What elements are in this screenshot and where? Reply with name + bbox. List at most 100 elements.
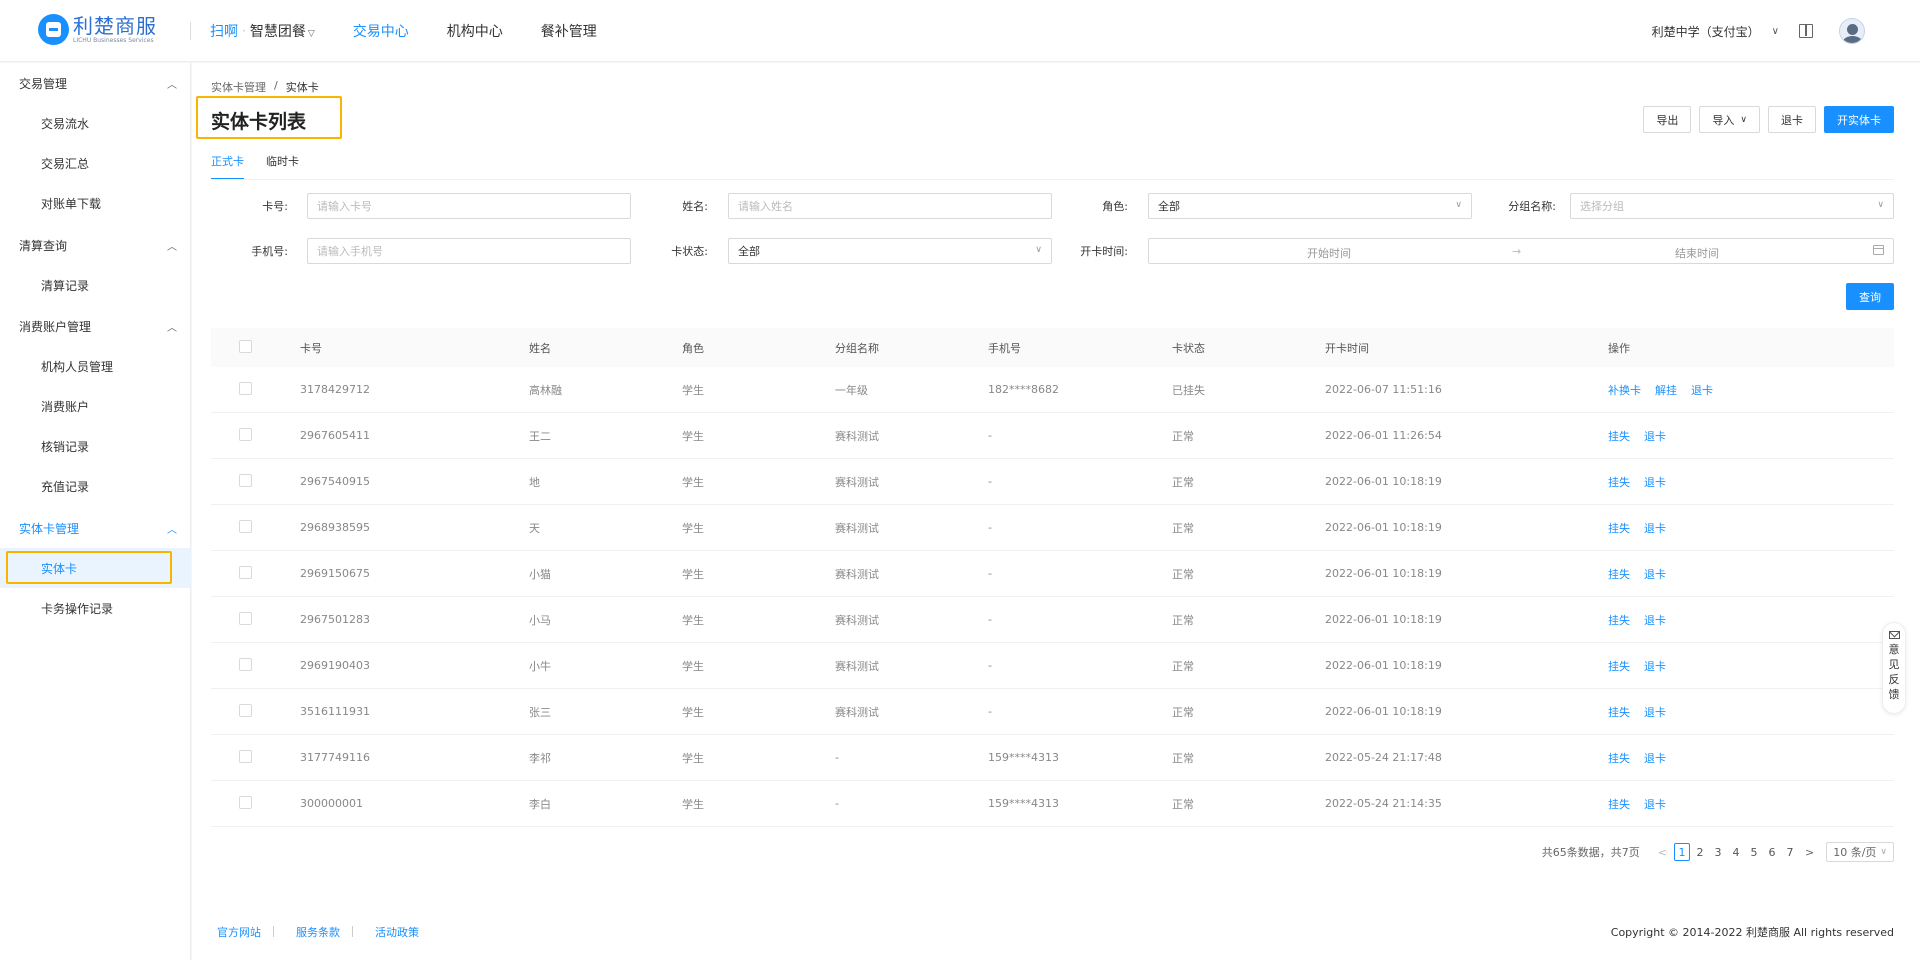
report-loss-link[interactable]: 挂失 (1608, 568, 1630, 581)
report-loss-link[interactable]: 挂失 (1608, 614, 1630, 627)
end-time-input[interactable]: 结束时间 (1675, 245, 1719, 261)
card-no-input[interactable]: 请输入卡号 (307, 193, 631, 219)
sidebar-item-writeoff-record[interactable]: 核销记录 (0, 426, 191, 466)
next-page-icon[interactable]: > (1805, 846, 1814, 859)
open-time-range[interactable]: 开始时间 → 结束时间 (1148, 238, 1894, 264)
group-select[interactable]: 选择分组 ∨ (1570, 193, 1894, 219)
sidebar-item-physical-card[interactable]: 实体卡 (0, 548, 191, 588)
replace-card-link[interactable]: 补换卡 (1608, 384, 1641, 397)
export-button[interactable]: 导出 (1643, 106, 1692, 133)
nav-trade-center[interactable]: 交易中心 (353, 21, 409, 41)
refund-card-link[interactable]: 退卡 (1644, 430, 1666, 443)
cell-role: 学生 (682, 475, 704, 489)
sidebar-group-consume-account[interactable]: 消费账户管理 ︿ (0, 306, 191, 346)
phone-input[interactable]: 请输入手机号 (307, 238, 631, 264)
avatar[interactable] (1839, 18, 1865, 44)
sidebar-item-org-staff[interactable]: 机构人员管理 (0, 346, 191, 386)
page-2[interactable]: 2 (1692, 843, 1708, 861)
chevron-up-icon: ︿ (167, 79, 177, 91)
row-checkbox[interactable] (239, 519, 252, 533)
cell-role: 学生 (682, 659, 704, 673)
footer-link-terms[interactable]: 服务条款 (296, 924, 340, 940)
page-4[interactable]: 4 (1728, 843, 1744, 861)
row-checkbox[interactable] (239, 795, 252, 809)
tab-formal-card[interactable]: 正式卡 (211, 153, 244, 180)
brand-logo[interactable]: 利楚商服 LICHU Businesses Services (38, 14, 157, 45)
row-checkbox[interactable] (239, 611, 252, 625)
chevron-down-icon: ▽ (307, 29, 315, 39)
report-loss-link[interactable]: 挂失 (1608, 522, 1630, 535)
cell-group: 赛科测试 (835, 567, 879, 581)
select-all-checkbox[interactable] (239, 339, 252, 353)
pagination-total: 共65条数据，共7页 (1541, 846, 1640, 859)
page-1[interactable]: 1 (1673, 843, 1690, 861)
sidebar-item-trade-flow[interactable]: 交易流水 (0, 103, 191, 143)
sidebar-item-trade-summary[interactable]: 交易汇总 (0, 143, 191, 183)
sidebar-group-clearing[interactable]: 清算查询 ︿ (0, 225, 191, 265)
refund-card-link[interactable]: 退卡 (1644, 568, 1666, 581)
cell-open-time: 2022-06-01 10:18:19 (1325, 521, 1442, 534)
cell-open-time: 2022-06-01 10:18:19 (1325, 567, 1442, 580)
sidebar-item-card-operation-record[interactable]: 卡务操作记录 (0, 588, 191, 628)
cell-phone: - (988, 705, 992, 718)
feedback-widget[interactable]: 意 见 反 馈 (1882, 622, 1906, 714)
refund-card-link[interactable]: 退卡 (1691, 384, 1713, 397)
report-loss-link[interactable]: 挂失 (1608, 476, 1630, 489)
report-loss-link[interactable]: 挂失 (1608, 660, 1630, 673)
cell-open-time: 2022-06-07 11:51:16 (1325, 383, 1442, 396)
start-time-input[interactable]: 开始时间 (1307, 245, 1351, 261)
row-checkbox[interactable] (239, 657, 252, 671)
report-loss-link[interactable]: 挂失 (1608, 706, 1630, 719)
sidebar-item-statement-download[interactable]: 对账单下载 (0, 183, 191, 223)
report-loss-link[interactable]: 挂失 (1608, 430, 1630, 443)
role-select[interactable]: 全部 ∨ (1148, 193, 1472, 219)
row-checkbox[interactable] (239, 427, 252, 441)
page-5[interactable]: 5 (1746, 843, 1762, 861)
sidebar-group-trade[interactable]: 交易管理 ︿ (0, 63, 191, 103)
refund-card-button[interactable]: 退卡 (1768, 106, 1816, 133)
refund-card-link[interactable]: 退卡 (1644, 476, 1666, 489)
refund-card-link[interactable]: 退卡 (1644, 752, 1666, 765)
footer-link-official[interactable]: 官方网站 (217, 924, 261, 940)
page-7[interactable]: 7 (1782, 843, 1798, 861)
book-icon[interactable] (1799, 24, 1813, 38)
table-row: 2967540915 地 学生 赛科测试 - 正常 2022-06-01 10:… (211, 459, 1894, 505)
prev-page-icon[interactable]: < (1658, 846, 1667, 859)
nav-org-center[interactable]: 机构中心 (447, 21, 503, 41)
refund-card-link[interactable]: 退卡 (1644, 660, 1666, 673)
row-checkbox[interactable] (239, 703, 252, 717)
card-status-select[interactable]: 全部 ∨ (728, 238, 1052, 264)
import-button[interactable]: 导入 ∨ (1699, 106, 1760, 133)
sidebar-item-recharge-record[interactable]: 充值记录 (0, 466, 191, 506)
search-button[interactable]: 查询 (1846, 283, 1894, 310)
page-size-select[interactable]: 10 条/页 ∨ (1826, 842, 1894, 862)
nav-scan[interactable]: 扫啊 (210, 21, 238, 41)
open-card-button[interactable]: 开实体卡 (1824, 106, 1894, 133)
report-loss-link[interactable]: 挂失 (1608, 752, 1630, 765)
sidebar-item-consume-account[interactable]: 消费账户 (0, 386, 191, 426)
row-checkbox[interactable] (239, 749, 252, 763)
sidebar-group-physical-card[interactable]: 实体卡管理 ︿ (0, 508, 191, 548)
refund-card-link[interactable]: 退卡 (1644, 522, 1666, 535)
page-3[interactable]: 3 (1710, 843, 1726, 861)
footer-link-policy[interactable]: 活动政策 (375, 924, 419, 940)
breadcrumb-parent[interactable]: 实体卡管理 (211, 79, 266, 95)
row-checkbox[interactable] (239, 565, 252, 579)
row-checkbox[interactable] (239, 381, 252, 395)
nav-smart-catering[interactable]: 智慧团餐 ▽ (250, 21, 315, 41)
school-selector[interactable]: 利楚中学（支付宝） (1652, 23, 1760, 40)
chevron-down-icon[interactable]: ∨ (1772, 26, 1779, 37)
row-checkbox[interactable] (239, 473, 252, 487)
refund-card-link[interactable]: 退卡 (1644, 706, 1666, 719)
nav-meal-subsidy[interactable]: 餐补管理 (541, 21, 597, 41)
refund-card-link[interactable]: 退卡 (1644, 798, 1666, 811)
sidebar-item-clearing-record[interactable]: 清算记录 (0, 265, 191, 305)
copyright: Copyright © 2014-2022 利楚商服 All rights re… (1610, 926, 1894, 939)
unfreeze-link[interactable]: 解挂 (1655, 384, 1677, 397)
refund-card-link[interactable]: 退卡 (1644, 614, 1666, 627)
tab-temp-card[interactable]: 临时卡 (266, 153, 299, 180)
page-6[interactable]: 6 (1764, 843, 1780, 861)
name-input[interactable]: 请输入姓名 (728, 193, 1052, 219)
footer-divider (273, 926, 274, 937)
report-loss-link[interactable]: 挂失 (1608, 798, 1630, 811)
